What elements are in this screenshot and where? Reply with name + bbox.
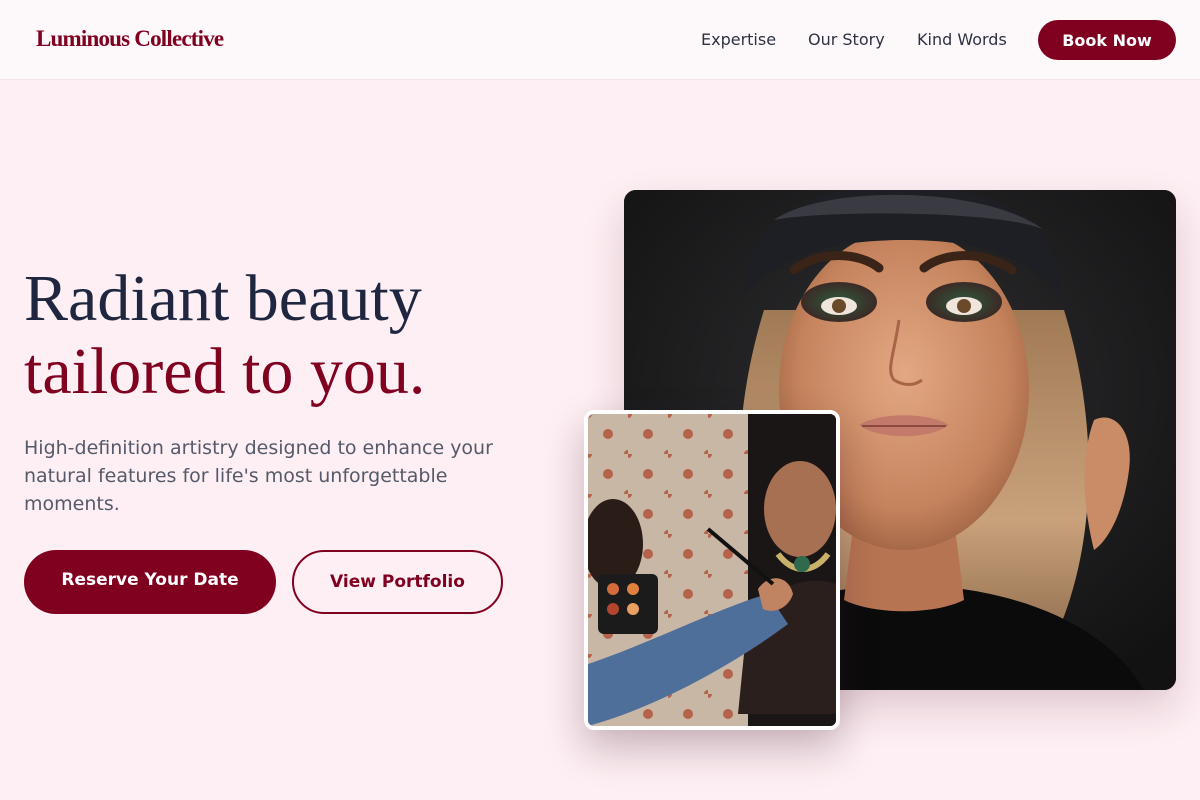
reserve-date-button[interactable]: Reserve Your Date bbox=[24, 550, 276, 614]
hero-title-line1: Radiant beauty bbox=[24, 262, 422, 335]
brand-logo[interactable]: Luminous Collective bbox=[36, 26, 224, 52]
view-portfolio-button[interactable]: View Portfolio bbox=[292, 550, 503, 614]
nav-link-our-story[interactable]: Our Story bbox=[808, 30, 885, 49]
book-now-button[interactable]: Book Now bbox=[1038, 20, 1176, 60]
nav-link-kind-words[interactable]: Kind Words bbox=[917, 30, 1007, 49]
hero-title: Radiant beauty tailored to you. bbox=[24, 262, 425, 408]
hero-title-line2: tailored to you. bbox=[24, 335, 426, 408]
hero-subtitle: High-definition artistry designed to enh… bbox=[24, 437, 493, 515]
artist-at-work-image bbox=[584, 410, 840, 730]
site-header: Luminous Collective Expertise Our Story … bbox=[0, 0, 1200, 80]
nav-link-expertise[interactable]: Expertise bbox=[701, 30, 776, 49]
